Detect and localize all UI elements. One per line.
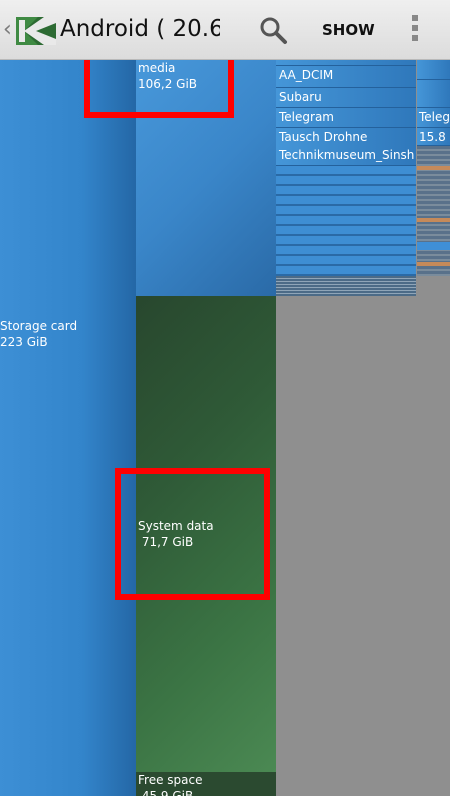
subfolder-tile-tausch[interactable]: 15.8 [417,128,450,146]
action-bar: ‹ Android ( 20.6… SHOW [0,0,450,60]
subfolder-tile[interactable] [417,80,450,108]
folder-label: Telegram [279,110,334,124]
file-tile[interactable] [417,242,450,250]
file-tile[interactable] [417,262,450,266]
tile-label-storage-card: Storage card 223 GiB [0,319,78,349]
app-title[interactable]: Android ( 20.6… [60,16,220,42]
subfolder-label: Teleg [419,110,450,124]
treemap-tile-free-space[interactable]: Free space 45,9 GiB [136,772,276,796]
folder-label: Technikmuseum_Sinsh [279,148,415,162]
folder-tile-technikmuseum[interactable]: Technikmuseum_Sinsh [276,146,416,166]
tile-label-free-space: Free space 45,9 GiB [138,773,203,796]
app-logo-icon[interactable] [16,15,56,47]
subfolder-label: 15.8 [419,130,446,144]
tiny-file-tiles[interactable] [276,276,416,296]
folder-tile-telegram[interactable]: Telegram [276,108,416,128]
back-chevron-icon[interactable]: ‹ [3,17,12,42]
folder-label: Subaru [279,90,322,104]
file-tile[interactable] [417,166,450,170]
show-button[interactable]: SHOW [322,21,375,39]
file-tile[interactable] [417,218,450,222]
folder-label: AA_DCIM [279,68,334,82]
highlight-box-system-data [115,468,270,600]
search-icon[interactable] [257,14,289,46]
folder-tile-subaru[interactable]: Subaru [276,88,416,108]
folder-tile-tausch-drohne[interactable]: Tausch Drohne [276,128,416,148]
folder-tile-aa-dcim[interactable]: AA_DCIM [276,66,416,88]
folder-tile-small[interactable] [276,60,416,66]
overflow-menu-icon[interactable] [409,15,421,45]
subfolder-tile-telegram[interactable]: Teleg [417,108,450,128]
subfolder-tile[interactable] [417,60,450,80]
treemap-tile-storage-card[interactable]: Storage card 223 GiB [0,60,136,796]
folder-label: Tausch Drohne [279,130,368,144]
